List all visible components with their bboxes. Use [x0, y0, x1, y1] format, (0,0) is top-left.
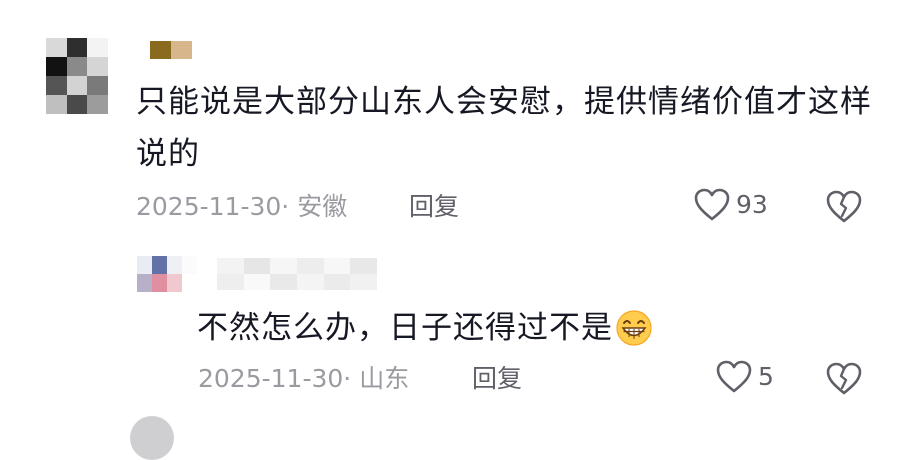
like-count: 93 — [736, 190, 768, 219]
like-button[interactable]: 93 — [694, 188, 768, 222]
reply-reply-button[interactable]: 回复 — [472, 362, 522, 396]
broken-heart-icon — [826, 362, 862, 395]
reply-like-count: 5 — [758, 362, 774, 391]
reply-date: 2025-11-30 — [198, 364, 344, 393]
dislike-button[interactable] — [826, 190, 862, 228]
comment-meta: 2025-11-30· 安徽 — [136, 190, 347, 224]
comment-date: 2025-11-30 — [136, 192, 282, 221]
reply-like-button[interactable]: 5 — [716, 360, 774, 394]
heart-outline-icon — [716, 360, 752, 393]
reply-meta: 2025-11-30· 山东 — [198, 362, 409, 396]
broken-heart-icon — [826, 190, 862, 223]
avatar[interactable] — [46, 38, 108, 114]
next-comment-avatar[interactable] — [130, 416, 174, 460]
comment-text: 只能说是大部分山东人会安慰，提供情绪价值才这样说的 — [136, 84, 872, 172]
reply-location: · 山东 — [343, 364, 410, 393]
grin-emoji-icon — [616, 310, 652, 346]
reply-text: 不然怎么办，日子还得过不是 — [197, 310, 613, 346]
comment-location: · 安徽 — [281, 192, 348, 221]
reply-dislike-button[interactable] — [826, 362, 862, 400]
reply-avatar[interactable] — [137, 256, 197, 292]
heart-outline-icon — [694, 188, 730, 221]
reply-button[interactable]: 回复 — [409, 190, 459, 224]
reply-username[interactable] — [217, 258, 377, 290]
reply-text-row: 不然怎么办，日子还得过不是 — [197, 302, 857, 354]
username[interactable] — [150, 41, 192, 59]
